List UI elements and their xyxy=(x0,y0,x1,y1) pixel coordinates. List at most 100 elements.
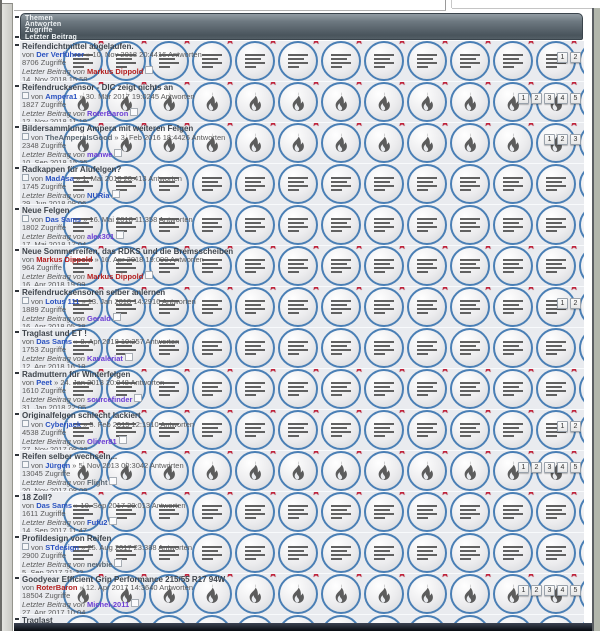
page-link[interactable]: 1 xyxy=(557,298,568,309)
tree-dash-marker xyxy=(15,208,19,210)
topic-row[interactable]: Profildesign von Reifen von STdesign » 2… xyxy=(20,533,584,574)
topic-posts-icon: ★ xyxy=(407,369,450,409)
topic-row[interactable]: ★★★★★★★★★★★★★ 12 Reifendichtmittel abgel… xyxy=(20,41,584,82)
last-poster-link[interactable]: Michel-2011 xyxy=(87,600,129,609)
topic-row[interactable]: ★★★★★★★★★★★★★ Neue Sommerreifen, das RDK… xyxy=(20,246,584,287)
topic-row[interactable]: ★★★★★★★★★★★★★ 12 Originalfelgen schlecht… xyxy=(20,410,584,451)
topic-title-link[interactable]: Reifendrucksensoren selber anlernen xyxy=(22,288,196,297)
topic-posts-icon: ★ xyxy=(364,369,407,409)
page-link[interactable]: 1 xyxy=(544,134,555,145)
page-link[interactable]: 2 xyxy=(570,421,581,432)
last-poster-link[interactable]: Markus Dippold xyxy=(87,67,143,76)
new-posts-star-icon: ★ xyxy=(526,246,536,252)
goto-last-post-icon[interactable] xyxy=(116,231,125,240)
goto-last-post-icon[interactable] xyxy=(109,477,118,486)
new-posts-star-icon: ★ xyxy=(397,123,407,129)
new-posts-star-icon: ★ xyxy=(483,287,493,293)
last-poster-link[interactable]: Flight xyxy=(87,478,107,487)
goto-last-post-icon[interactable] xyxy=(124,353,133,362)
page-link[interactable]: 4 xyxy=(557,585,568,596)
topic-row[interactable]: ★★★★★★★★★★★★★ 12 Reifendrucksensoren sel… xyxy=(20,287,584,328)
topic-posts-icon: ★ xyxy=(278,369,321,409)
new-posts-star-icon: ★ xyxy=(397,410,407,416)
text-lines-glyph xyxy=(460,177,480,191)
flame-glyph xyxy=(331,584,351,605)
last-poster-link[interactable]: Kavaleriat xyxy=(87,354,123,363)
new-posts-star-icon: ★ xyxy=(440,41,450,47)
new-posts-star-icon: ★ xyxy=(354,41,364,47)
topic-row[interactable]: ★★★★★★★★★★★★★ 12345 Goodyear Efficient G… xyxy=(20,574,584,615)
goto-last-post-icon[interactable] xyxy=(111,190,120,199)
topic-title-link[interactable]: Bildersammlung Ampera mit weiteren Felge… xyxy=(22,124,225,133)
goto-last-post-icon[interactable] xyxy=(114,149,123,158)
topic-row[interactable]: ★★★★★★★★★★★★★ Radmuttern für Winterfelge… xyxy=(20,369,584,410)
last-poster-link[interactable]: NURia xyxy=(87,191,110,200)
new-posts-star-icon: ★ xyxy=(182,369,192,375)
goto-last-post-icon[interactable] xyxy=(145,66,154,75)
page-link[interactable]: 2 xyxy=(570,298,581,309)
topic-title-link[interactable]: Originalfelgen schlecht lackiert xyxy=(22,411,194,420)
last-poster-link[interactable]: Oliver81 xyxy=(87,437,117,446)
new-posts-star-icon: ★ xyxy=(526,492,536,498)
topic-posts-icon: ★ xyxy=(536,369,579,409)
page-link[interactable]: 2 xyxy=(531,93,542,104)
new-posts-star-icon: ★ xyxy=(225,492,235,498)
page-link[interactable]: 4 xyxy=(557,462,568,473)
flame-glyph xyxy=(331,461,351,482)
topic-posts-icon xyxy=(493,533,533,573)
page-link[interactable]: 3 xyxy=(570,134,581,145)
last-poster-link[interactable]: Fufu2 xyxy=(87,518,107,527)
topic-row[interactable]: ★★★★★★★★★★★★★ 12345 Reifendrucksensor - … xyxy=(20,82,584,123)
page-link[interactable]: 3 xyxy=(544,462,555,473)
topic-row[interactable]: Traglast und ET ! von Das Sams » 8. Apr … xyxy=(20,328,584,369)
topic-title-link[interactable]: Neue Felgen xyxy=(22,206,193,215)
page-link[interactable]: 1 xyxy=(518,462,529,473)
goto-last-post-icon[interactable] xyxy=(130,108,139,117)
page-link[interactable]: 1 xyxy=(518,93,529,104)
new-posts-star-icon: ★ xyxy=(526,451,536,457)
goto-last-post-icon[interactable] xyxy=(118,436,127,445)
last-poster-link[interactable]: newbie xyxy=(87,560,112,569)
new-posts-star-icon: ★ xyxy=(440,287,450,293)
page-link[interactable]: 2 xyxy=(557,134,568,145)
topic-posts-icon: ★ xyxy=(235,41,278,81)
topic-title-link[interactable]: Profildesign von Reifen xyxy=(22,534,192,543)
page-link[interactable]: 1 xyxy=(557,52,568,63)
topic-title-link[interactable]: Reifen selber wechseln... xyxy=(22,452,184,461)
page-link[interactable]: 2 xyxy=(531,585,542,596)
page-link[interactable]: 4 xyxy=(557,93,568,104)
last-poster-link[interactable]: Gerald xyxy=(87,314,111,323)
page-link[interactable]: 5 xyxy=(570,462,581,473)
goto-last-post-icon[interactable] xyxy=(112,313,121,322)
page-link[interactable]: 1 xyxy=(518,585,529,596)
last-poster-link[interactable]: sourcefinder xyxy=(87,395,132,404)
goto-last-post-icon[interactable] xyxy=(131,599,140,608)
page-link[interactable]: 1 xyxy=(557,421,568,432)
goto-last-post-icon[interactable] xyxy=(114,559,123,568)
page-link[interactable]: 2 xyxy=(531,462,542,473)
goto-last-post-icon[interactable] xyxy=(145,271,154,280)
topic-row[interactable]: Radkappen für Alufelgen? von MadAsa » 1.… xyxy=(20,164,584,205)
last-poster-link[interactable]: alex301 xyxy=(87,232,114,241)
topic-row[interactable]: ★★★★★★★★★★★★★ 12345 Reifen selber wechse… xyxy=(20,451,584,492)
page-link[interactable]: 2 xyxy=(570,52,581,63)
page-link[interactable]: 5 xyxy=(570,585,581,596)
topic-title-link[interactable]: Radkappen für Alufelgen? xyxy=(22,165,182,174)
replies-label: Antworten xyxy=(160,92,195,101)
text-lines-glyph xyxy=(546,218,566,232)
text-lines-glyph xyxy=(331,218,351,232)
page-link[interactable]: 5 xyxy=(570,93,581,104)
last-poster-link[interactable]: RoterBaron xyxy=(87,109,128,118)
topic-title-link[interactable]: Reifendrucksensor - DIC zeigt nichts an xyxy=(22,83,195,92)
goto-last-post-icon[interactable] xyxy=(134,394,143,403)
page-link[interactable]: 3 xyxy=(544,585,555,596)
goto-last-post-icon[interactable] xyxy=(109,517,118,526)
last-poster-link[interactable]: Markus Dippold xyxy=(87,272,143,281)
topic-row[interactable]: Neue Felgen von Das Sams » 16. Mai 2018 … xyxy=(20,205,584,246)
text-lines-glyph xyxy=(374,382,394,396)
topic-row[interactable]: ★★★★★★★★★★★★★ 123 Bildersammlung Ampera … xyxy=(20,123,584,164)
page-link[interactable]: 3 xyxy=(544,93,555,104)
topic-row[interactable]: ★★★★★★★★★★★★★ 18 Zoll? von Das Sams » 10… xyxy=(20,492,584,533)
tree-dash-marker xyxy=(15,36,19,38)
last-poster-link[interactable]: manwe xyxy=(87,150,112,159)
